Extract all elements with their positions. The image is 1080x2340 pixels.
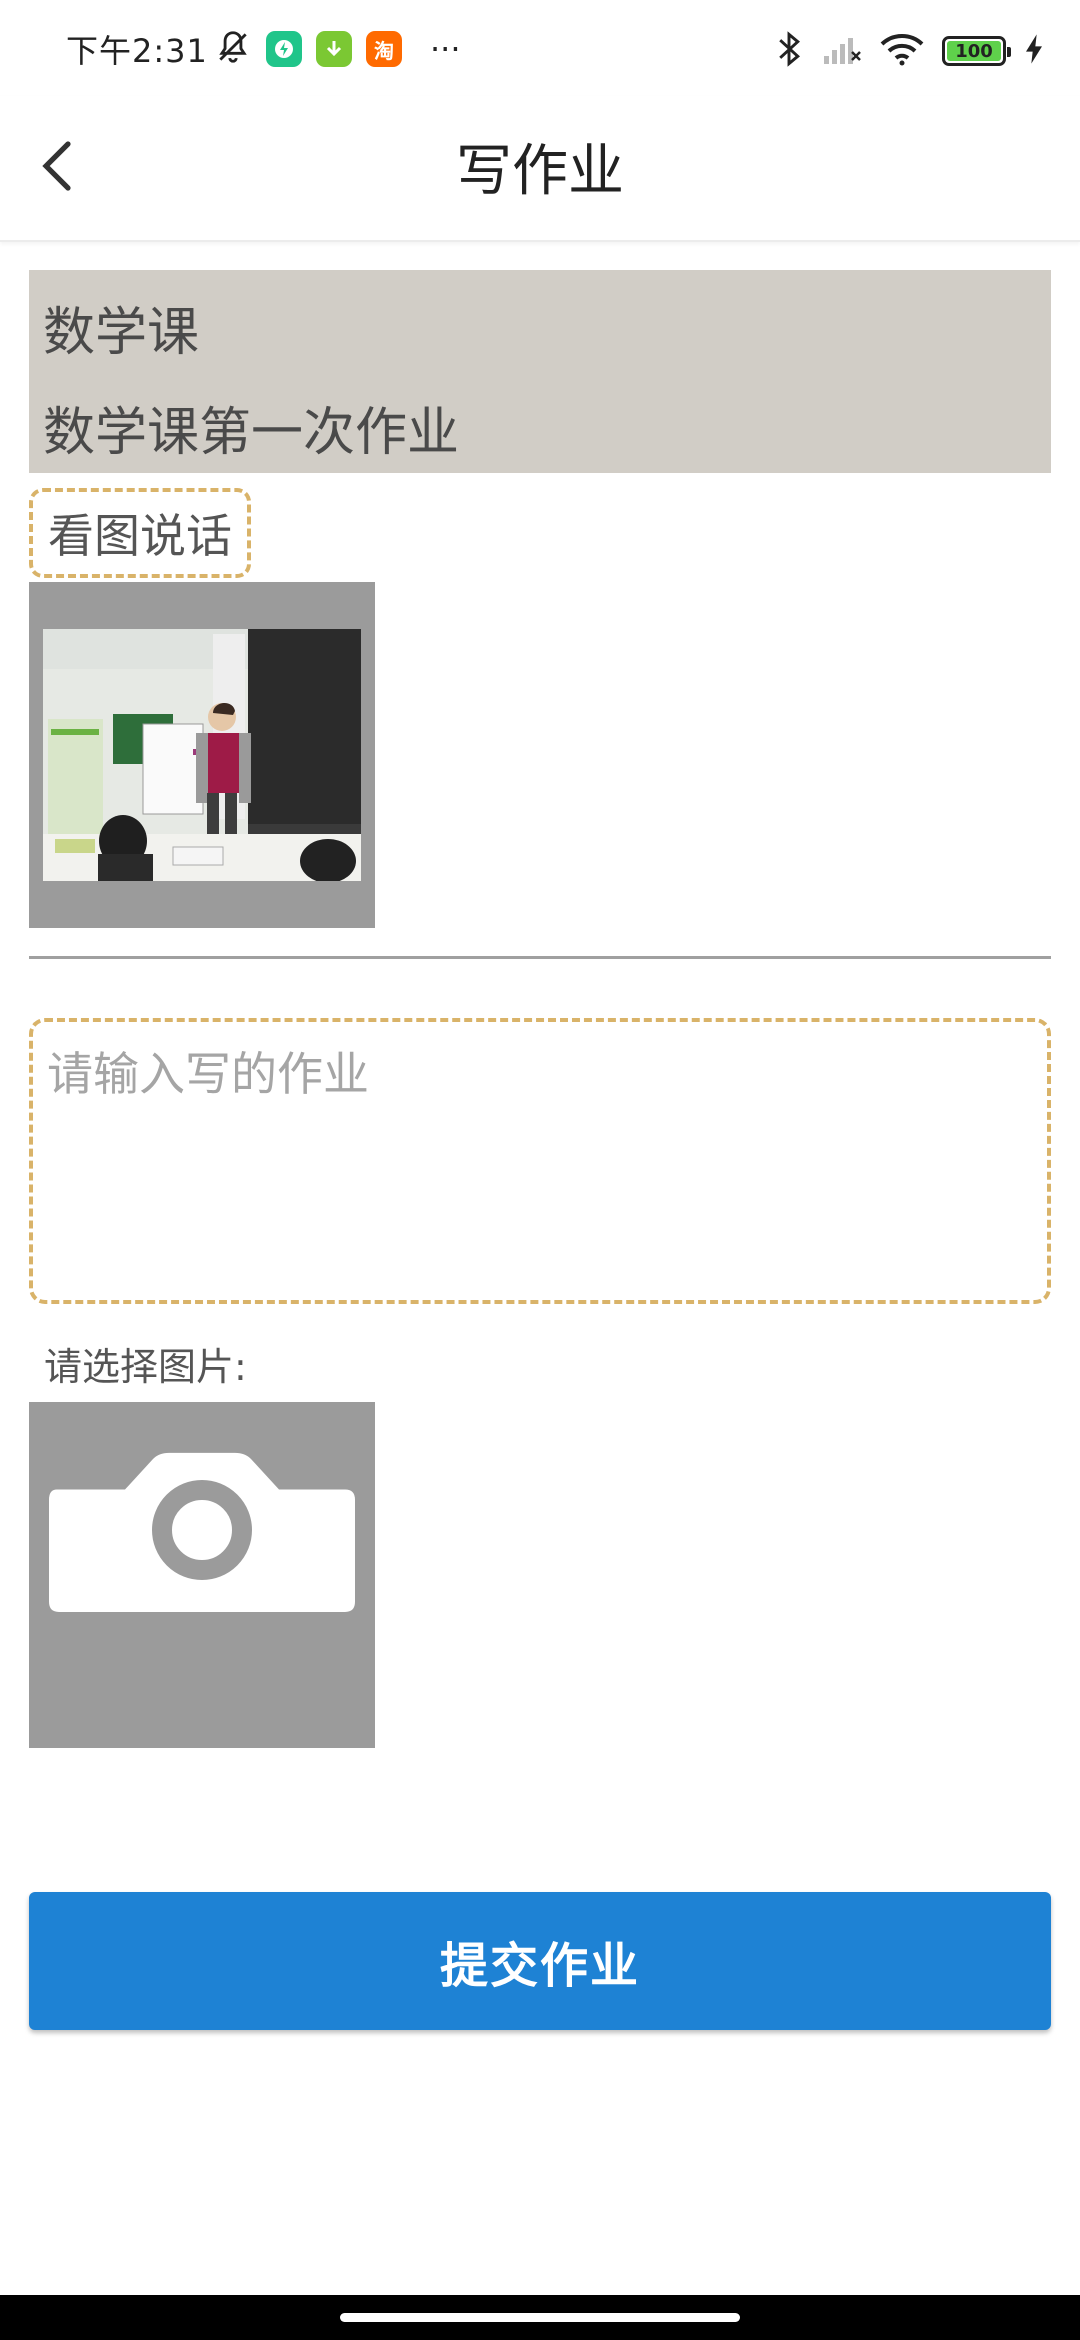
wifi-icon <box>880 32 924 70</box>
status-right-icons: 100 <box>774 30 1044 72</box>
more-notifications-icon: ··· <box>430 30 461 68</box>
homework-answer-field[interactable] <box>29 1018 1051 1304</box>
taobao-app-icon: 淘 <box>366 31 402 67</box>
image-picker-button[interactable] <box>29 1402 375 1748</box>
lightning-app-icon <box>266 31 302 67</box>
camera-icon <box>49 1452 355 1612</box>
section-divider <box>29 956 1051 959</box>
status-time: 下午2:31 <box>66 32 208 70</box>
charging-bolt-icon <box>1024 33 1044 69</box>
course-info-card: 数学课 数学课第一次作业 <box>29 270 1051 473</box>
homework-title: 数学课第一次作业 <box>43 403 460 463</box>
signal-none-icon <box>822 32 862 70</box>
home-gesture-handle[interactable] <box>340 2313 740 2322</box>
mute-bell-icon <box>214 28 252 70</box>
status-left-icons: 淘 ··· <box>214 28 461 70</box>
assignment-photo-frame[interactable] <box>29 582 375 928</box>
submit-homework-button[interactable]: 提交作业 <box>29 1892 1051 2030</box>
image-picker-label: 请选择图片: <box>44 1345 247 1389</box>
status-bar: 下午2:31 淘 ··· 100 <box>0 0 1080 96</box>
course-name: 数学课 <box>43 303 200 363</box>
bluetooth-icon <box>774 30 804 72</box>
page-title: 写作业 <box>456 139 624 204</box>
assignment-photo[interactable] <box>43 629 361 881</box>
download-app-icon <box>316 31 352 67</box>
topic-tag: 看图说话 <box>29 488 251 578</box>
app-header: 写作业 <box>0 96 1080 242</box>
battery-icon: 100 <box>942 36 1011 66</box>
system-nav-bar <box>0 2295 1080 2340</box>
battery-level: 100 <box>955 40 993 62</box>
homework-answer-input[interactable] <box>47 1038 1033 1284</box>
